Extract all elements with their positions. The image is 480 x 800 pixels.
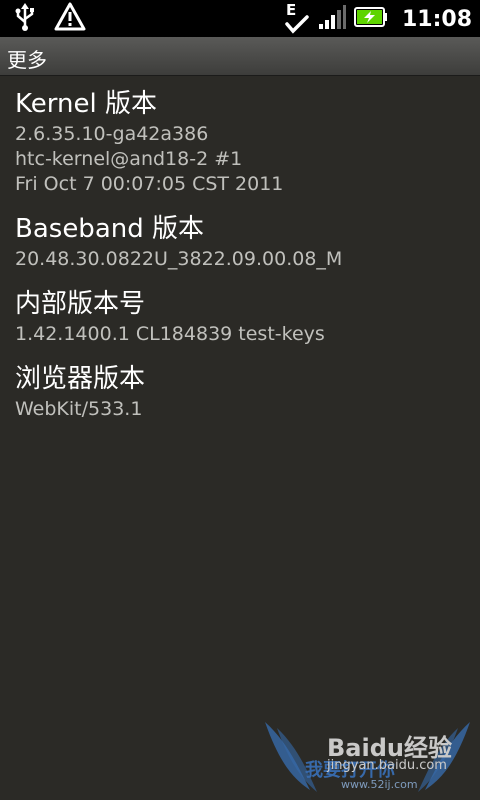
signal-icon [318,4,346,34]
baseband-version-section: Baseband 版本 20.48.30.0822U_3822.09.00.08… [15,211,465,272]
section-value: 1.42.1400.1 CL184839 test-keys [15,323,325,345]
status-bar: E 11:08 [0,0,480,37]
browser-version-section: 浏览器版本 WebKit/533.1 [15,361,465,422]
network-e-icon: E [284,1,310,35]
section-title: Baseband 版本 [15,214,204,244]
kernel-version-section: Kernel 版本 2.6.35.10-ga42a386 htc-kernel@… [15,86,465,197]
battery-charging-icon [353,6,388,32]
section-title: 浏览器版本 [15,364,146,394]
section-value: 20.48.30.0822U_3822.09.00.08_M [15,248,343,270]
section-title: Kernel 版本 [15,89,157,119]
section-value: htc-kernel@and18-2 #1 [15,148,243,170]
usb-icon [14,2,36,36]
section-value: Fri Oct 7 00:07:05 CST 2011 [15,173,284,195]
version-info-list: Kernel 版本 2.6.35.10-ga42a386 htc-kernel@… [15,86,465,436]
clock: 11:08 [401,6,472,32]
title-bar: 更多 [0,37,480,76]
watermark-subline: www.52ij.com [341,778,418,791]
section-value: WebKit/533.1 [15,398,143,420]
warning-icon [54,2,86,36]
baidu-jingyan-watermark: Baidu经验 我要打开你 jingyan.baidu.com www.52ij… [255,720,480,800]
section-title: 内部版本号 [15,289,146,319]
page-title: 更多 [7,48,47,72]
watermark-url: jingyan.baidu.com [327,758,447,773]
build-number-section: 内部版本号 1.42.1400.1 CL184839 test-keys [15,286,465,347]
section-value: 2.6.35.10-ga42a386 [15,123,209,145]
